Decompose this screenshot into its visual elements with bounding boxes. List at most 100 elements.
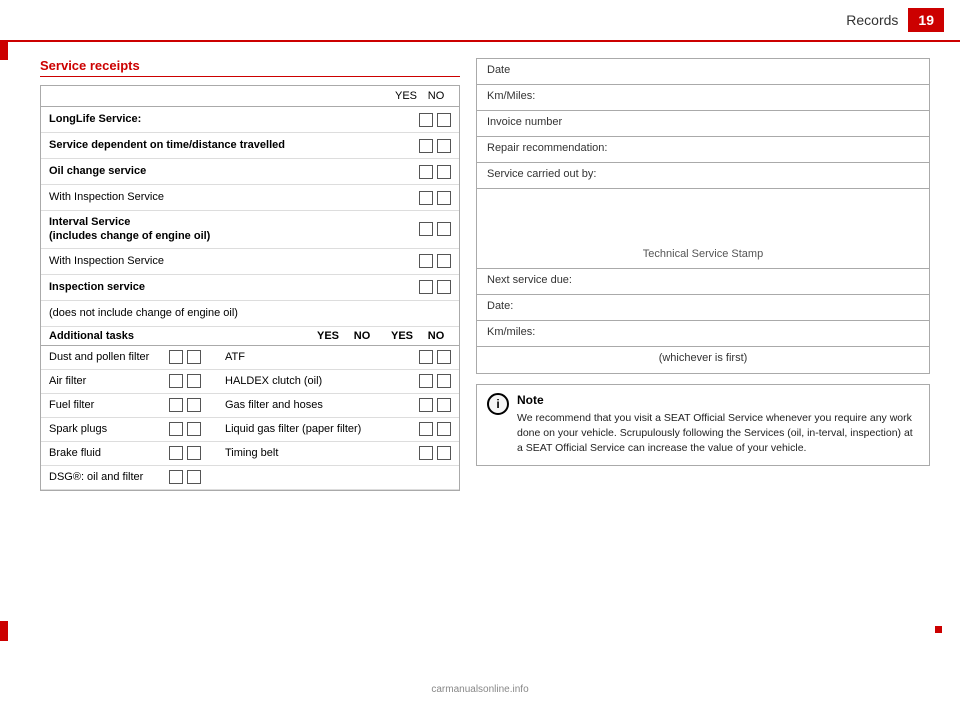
next-date-label: Date:: [487, 300, 513, 312]
invoice-field: Invoice number: [477, 111, 929, 137]
add-right-yes: YES: [387, 330, 417, 342]
interval-label: Interval Service (includes change of eng…: [49, 215, 419, 244]
km-miles-field: Km/Miles:: [477, 85, 929, 111]
receipts-table-header: YES NO: [41, 86, 459, 107]
next-service-field: Next service due:: [477, 269, 929, 295]
liquid-no-cb[interactable]: [437, 422, 451, 436]
wi1-yes-cb[interactable]: [419, 191, 433, 205]
red-dot-marker: [935, 626, 942, 633]
dust-no-cb[interactable]: [187, 350, 201, 364]
timing-belt-label: Timing belt: [219, 447, 419, 459]
additional-row-fuel: Fuel filter Gas filter and hoses: [41, 394, 459, 418]
stamp-label: Technical Service Stamp: [643, 248, 763, 260]
spark-cbs: [169, 422, 219, 436]
fuel-cbs: [169, 398, 219, 412]
liquid-gas-cbs: [419, 422, 451, 436]
note-content: Note We recommend that you visit a SEAT …: [517, 393, 919, 457]
with-inspection-2-checkboxes: [419, 254, 451, 268]
add-col-no: NO: [347, 330, 377, 342]
page-header: Records 19: [0, 0, 960, 42]
liquid-gas-label: Liquid gas filter (paper filter): [219, 423, 419, 435]
timing-yes-cb[interactable]: [419, 446, 433, 460]
brake-yes-cb[interactable]: [169, 446, 183, 460]
receipt-row-interval: Interval Service (includes change of eng…: [41, 211, 459, 249]
haldex-no-cb[interactable]: [437, 374, 451, 388]
wi2-yes-cb[interactable]: [419, 254, 433, 268]
service-dep-no-cb[interactable]: [437, 139, 451, 153]
spark-yes-cb[interactable]: [169, 422, 183, 436]
col-no-header: NO: [421, 90, 451, 102]
air-yes-cb[interactable]: [169, 374, 183, 388]
interval-no-cb[interactable]: [437, 222, 451, 236]
inspection-no-cb[interactable]: [437, 280, 451, 294]
stamp-area: Technical Service Stamp: [477, 189, 929, 269]
additional-right-cols: YES NO: [387, 330, 451, 342]
no-engine-oil-label: (does not include change of engine oil): [49, 306, 451, 320]
air-no-cb[interactable]: [187, 374, 201, 388]
additional-row-dust: Dust and pollen filter ATF: [41, 346, 459, 370]
note-box: i Note We recommend that you visit a SEA…: [476, 384, 930, 466]
col-yes-header: YES: [391, 90, 421, 102]
brake-cbs: [169, 446, 219, 460]
next-service-label: Next service due:: [487, 274, 572, 286]
service-dependent-checkboxes: [419, 139, 451, 153]
dust-cbs: [169, 350, 219, 364]
air-cbs: [169, 374, 219, 388]
additional-tasks-header: Additional tasks YES NO YES NO: [41, 327, 459, 346]
fuel-filter-label: Fuel filter: [49, 399, 169, 411]
dsg-yes-cb[interactable]: [169, 470, 183, 484]
note-text: We recommend that you visit a SEAT Offic…: [517, 411, 919, 457]
timing-no-cb[interactable]: [437, 446, 451, 460]
dsg-cbs: [169, 470, 219, 484]
longlife-checkboxes: [419, 113, 451, 127]
right-column: Date Km/Miles: Invoice number Repair rec…: [476, 58, 930, 683]
km-miles-2-field: Km/miles:: [477, 321, 929, 347]
dsg-label: DSG®: oil and filter: [49, 471, 169, 483]
service-dep-yes-cb[interactable]: [419, 139, 433, 153]
side-marker-bottom: [0, 621, 8, 641]
repair-label: Repair recommendation:: [487, 142, 607, 154]
haldex-label: HALDEX clutch (oil): [219, 375, 419, 387]
wi1-no-cb[interactable]: [437, 191, 451, 205]
gas-yes-cb[interactable]: [419, 398, 433, 412]
gas-no-cb[interactable]: [437, 398, 451, 412]
whichever-label: (whichever is first): [659, 352, 748, 364]
longlife-no-cb[interactable]: [437, 113, 451, 127]
haldex-yes-cb[interactable]: [419, 374, 433, 388]
spark-no-cb[interactable]: [187, 422, 201, 436]
interval-yes-cb[interactable]: [419, 222, 433, 236]
fuel-no-cb[interactable]: [187, 398, 201, 412]
atf-cbs: [419, 350, 451, 364]
brake-no-cb[interactable]: [187, 446, 201, 460]
dsg-no-cb[interactable]: [187, 470, 201, 484]
atf-label: ATF: [219, 351, 419, 363]
receipt-row-inspection: Inspection service: [41, 275, 459, 301]
whichever-field: (whichever is first): [477, 347, 929, 373]
side-marker-top: [0, 40, 8, 60]
additional-row-spark: Spark plugs Liquid gas filter (paper fil…: [41, 418, 459, 442]
additional-left-cols: YES NO: [313, 330, 377, 342]
main-content: Service receipts YES NO LongLife Service…: [0, 42, 960, 693]
additional-row-air: Air filter HALDEX clutch (oil): [41, 370, 459, 394]
repair-field: Repair recommendation:: [477, 137, 929, 163]
oil-change-yes-cb[interactable]: [419, 165, 433, 179]
oil-change-no-cb[interactable]: [437, 165, 451, 179]
liquid-yes-cb[interactable]: [419, 422, 433, 436]
with-inspection-2-label: With Inspection Service: [49, 254, 419, 268]
fuel-yes-cb[interactable]: [169, 398, 183, 412]
additional-row-dsg: DSG®: oil and filter: [41, 466, 459, 490]
atf-no-cb[interactable]: [437, 350, 451, 364]
atf-yes-cb[interactable]: [419, 350, 433, 364]
inspection-label: Inspection service: [49, 280, 419, 294]
wi2-no-cb[interactable]: [437, 254, 451, 268]
inspection-yes-cb[interactable]: [419, 280, 433, 294]
dust-yes-cb[interactable]: [169, 350, 183, 364]
service-carried-label: Service carried out by:: [487, 168, 596, 180]
left-column: Service receipts YES NO LongLife Service…: [40, 58, 460, 683]
gas-filter-cbs: [419, 398, 451, 412]
interval-checkboxes: [419, 222, 451, 236]
haldex-cbs: [419, 374, 451, 388]
longlife-yes-cb[interactable]: [419, 113, 433, 127]
longlife-label: LongLife Service:: [49, 112, 419, 126]
next-date-field: Date:: [477, 295, 929, 321]
